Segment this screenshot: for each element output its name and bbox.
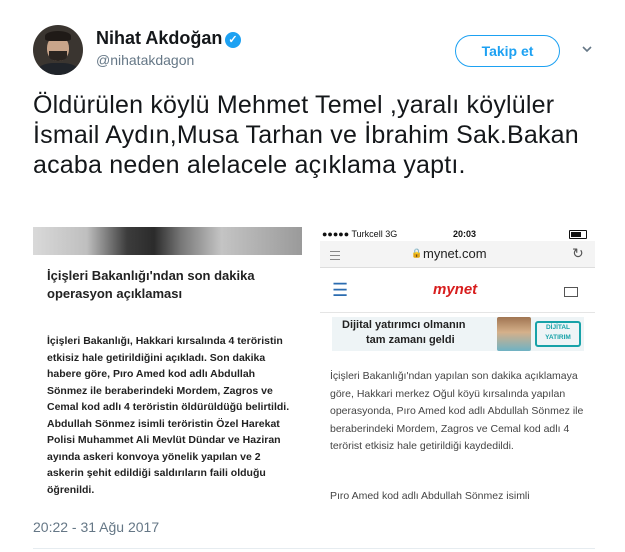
- ad-banner: Dijital yatırımcı olmanın tam zamanı gel…: [332, 317, 584, 351]
- status-time: 20:03: [453, 229, 477, 239]
- article-paragraph-1: İçişleri Bakanlığı'ndan yapılan son daki…: [330, 370, 584, 452]
- tabs-icon: [330, 251, 340, 260]
- follow-button[interactable]: Takip et: [455, 35, 560, 67]
- tweet-text: Öldürülen köylü Mehmet Temel ,yaralı köy…: [33, 91, 579, 179]
- article-title: İçişleri Bakanlığı'ndan son dakika opera…: [47, 268, 255, 301]
- phone-status-bar: ●●●●● Turkcell 3G 20:03: [320, 227, 595, 241]
- ad-line-2: tam zamanı geldi: [366, 334, 455, 346]
- ad-line-1: Dijital yatırımcı olmanın: [342, 319, 466, 331]
- avatar[interactable]: [33, 25, 83, 75]
- media-right-mobile-screenshot[interactable]: ●●●●● Turkcell 3G 20:03 🔒 mynet.com ↻ ☰ …: [320, 227, 595, 510]
- browser-url-bar: 🔒 mynet.com ↻: [320, 241, 595, 268]
- article-body: İçişleri Bakanlığı, Hakkari kırsalında 4…: [47, 335, 290, 496]
- url-text: mynet.com: [423, 246, 487, 261]
- chevron-down-icon[interactable]: [580, 42, 594, 56]
- lock-icon: 🔒: [411, 248, 423, 258]
- media-left-article[interactable]: İçişleri Bakanlığı'ndan son dakika opera…: [33, 227, 302, 510]
- mail-icon: [564, 287, 578, 297]
- verified-badge-icon: ✓: [225, 32, 241, 48]
- article-paragraph-2: Pıro Amed kod adlı Abdullah Sönmez isiml…: [330, 490, 530, 502]
- hamburger-menu-icon: ☰: [332, 280, 349, 300]
- article-photo: [33, 227, 302, 255]
- ad-badge: DİJİTAL YATIRIM: [535, 321, 581, 347]
- carrier-text: ●●●●● Turkcell 3G: [322, 229, 398, 239]
- avatar-beard: [49, 51, 67, 61]
- mynet-header: ☰ mynet: [320, 268, 595, 313]
- user-name[interactable]: Nihat Akdoğan: [96, 28, 222, 49]
- user-handle[interactable]: @nihatakdagon: [96, 52, 194, 68]
- divider: [33, 548, 595, 549]
- reload-icon: ↻: [572, 245, 584, 261]
- battery-icon: [569, 230, 587, 239]
- avatar-suit: [37, 63, 79, 75]
- ad-photo: [497, 317, 531, 351]
- tweet-timestamp[interactable]: 20:22 - 31 Ağu 2017: [33, 519, 159, 535]
- tweet-media[interactable]: İçişleri Bakanlığı'ndan son dakika opera…: [33, 227, 595, 510]
- mynet-logo: mynet: [433, 281, 478, 298]
- avatar-hair: [45, 31, 71, 41]
